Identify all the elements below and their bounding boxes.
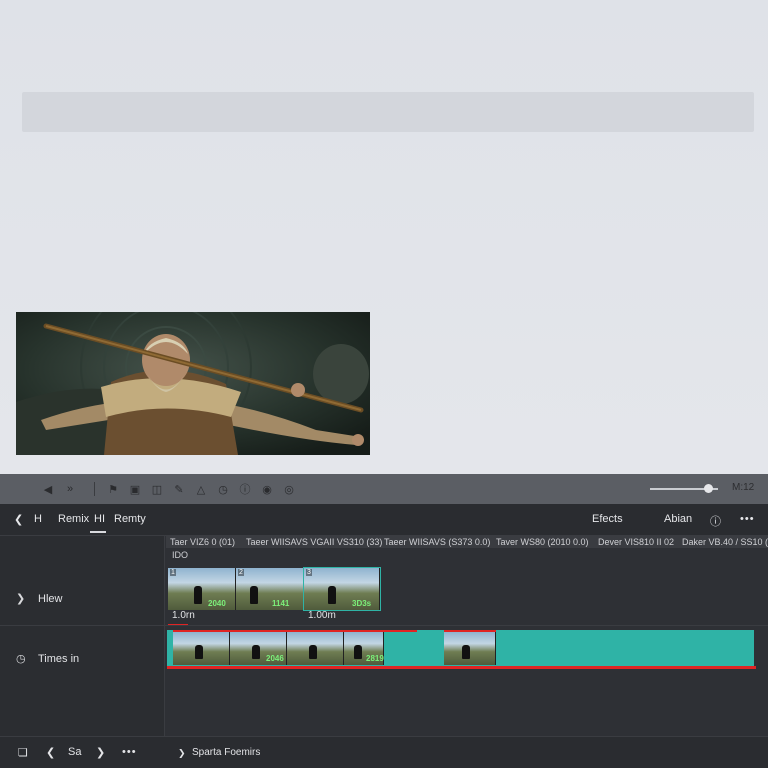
figure-silhouette (250, 586, 258, 604)
effects-button[interactable]: Efects (592, 513, 623, 525)
toolbar-divider (94, 482, 95, 496)
top-search-bar[interactable] (22, 92, 754, 132)
clip-thumbnail (287, 632, 344, 665)
help-icon[interactable]: ⓘ (710, 513, 721, 529)
shape-icon[interactable]: △ (193, 481, 209, 497)
clip-thumbnail: 2 1141 (236, 568, 304, 610)
figure-silhouette (328, 586, 336, 604)
pen-icon[interactable]: ✎ (171, 481, 187, 497)
video-preview (16, 312, 370, 455)
clip-tag: 2040 (208, 599, 226, 608)
clip-selection-top (444, 630, 496, 632)
figure-silhouette (252, 645, 260, 659)
clip-selection-top (173, 630, 417, 632)
zoom-readout: M:12 (732, 482, 755, 493)
ruler-label: Dever VIS810 II 02 (598, 537, 675, 547)
footer-sa-label[interactable]: Sa (68, 746, 81, 758)
figure-silhouette (194, 586, 202, 604)
track-hlew-label: Hlew (38, 592, 63, 605)
record-alt-icon[interactable]: ◎ (281, 481, 297, 497)
chevron-right-icon[interactable]: ❯ (16, 592, 30, 605)
video-clip[interactable]: 2046 2819 (173, 632, 417, 665)
video-clip-selected[interactable]: 3 3D3s (303, 567, 381, 611)
figure-silhouette (354, 645, 362, 659)
ruler-sublabel: IDO (172, 550, 189, 560)
flag-icon[interactable]: ⚑ (105, 481, 121, 497)
clip-duration: 1.00m (308, 610, 336, 621)
ruler-label: Taeer WIISAVS (S373 0.0) (384, 537, 491, 547)
thumb-index: 2 (238, 569, 244, 576)
tab-remix[interactable]: Remix (58, 513, 89, 525)
chevron-left-icon[interactable]: ❮ (46, 746, 55, 759)
figure-silhouette (309, 645, 317, 659)
ellipsis-icon[interactable]: ••• (740, 513, 755, 525)
record-icon[interactable]: ◉ (259, 481, 275, 497)
thumb-index: 3 (306, 569, 312, 576)
box-icon[interactable]: ▣ (127, 481, 143, 497)
ruler-label: Taer VIZ6 0 (01) (170, 537, 236, 547)
track-list-panel: ❯ Hlew ◷ Times in (0, 536, 165, 736)
timeline-ruler[interactable]: Taer VIZ6 0 (01) Taeer WIISAVS VGAII VS3… (166, 536, 768, 548)
clip-tag: 1141 (272, 599, 290, 608)
clip-thumbnail: 3 3D3s (304, 568, 380, 610)
clock-icon: ◷ (16, 653, 26, 665)
clip-tag: 3D3s (352, 599, 372, 608)
tab-hi[interactable]: HI (94, 513, 105, 525)
video-clip[interactable] (444, 632, 496, 665)
figure-silhouette (195, 645, 203, 659)
rewind-icon[interactable]: » (62, 481, 78, 497)
clip-thumbnail: 1 2040 (168, 568, 236, 610)
preset-dropdown[interactable]: Sparta Foemirs (192, 747, 260, 758)
clipboard-icon[interactable]: ❏ (18, 746, 28, 759)
arrow-left-icon[interactable]: ◀ (40, 481, 56, 497)
clip-thumbnail (444, 632, 496, 665)
row-divider (0, 625, 768, 626)
chevron-right-icon[interactable]: ❯ (96, 746, 105, 759)
editor-toolbar: ◀ » ⚑ ▣ ◫ ✎ △ ◷ ⓘ ◉ ◎ M:12 (0, 474, 768, 504)
info-icon[interactable]: ⓘ (237, 481, 253, 497)
clip-duration: 1.0rn (172, 610, 195, 621)
chevron-down-icon[interactable]: ❯ (178, 748, 186, 759)
panel-icon[interactable]: ◫ (149, 481, 165, 497)
track-times[interactable]: ◷ Times in (16, 652, 80, 666)
timeline-editor: ❮ H Remix HI Remty Efects Abian ⓘ ••• ❯ … (0, 504, 768, 768)
abian-button[interactable]: Abian (664, 513, 692, 525)
clip-thumbnail: 2819 (344, 632, 384, 665)
track-hlew[interactable]: ❯ Hlew (16, 592, 63, 606)
track-times-label: Times in (38, 652, 80, 665)
ellipsis-icon[interactable]: ••• (122, 746, 137, 758)
video-clip[interactable]: 1 2040 2 1141 (168, 568, 304, 610)
ruler-label: Taver WS80 (2010 0.0) (496, 537, 589, 547)
editor-footer: ❏ ❮ Sa ❯ ••• ❯ Sparta Foemirs (0, 736, 768, 768)
tab-remty[interactable]: Remty (114, 513, 146, 525)
zoom-slider-handle[interactable] (704, 484, 713, 493)
clip-tag: 2819 (366, 654, 384, 663)
timeline-progress-line (167, 666, 756, 669)
clock-icon[interactable]: ◷ (215, 481, 231, 497)
header-item-h[interactable]: H (34, 513, 42, 525)
chevron-left-icon[interactable]: ❮ (14, 513, 23, 526)
ruler-label: Daker VB.40 / SS10 (1 (682, 537, 768, 547)
active-tab-indicator (90, 531, 106, 533)
figure-silhouette (462, 645, 470, 659)
clip-thumbnail (173, 632, 230, 665)
clip-tag: 2046 (266, 654, 284, 663)
editor-header: ❮ H Remix HI Remty Efects Abian ⓘ ••• (0, 504, 768, 536)
clip-thumbnail: 2046 (230, 632, 287, 665)
ruler-label: Taeer WIISAVS VGAII VS310 (33) (246, 537, 383, 547)
thumb-index: 1 (170, 569, 176, 576)
